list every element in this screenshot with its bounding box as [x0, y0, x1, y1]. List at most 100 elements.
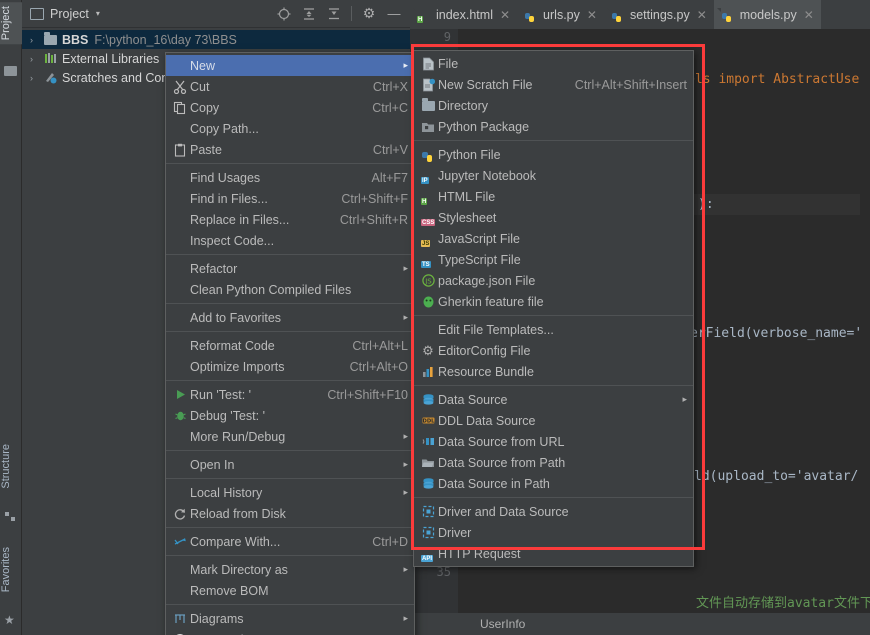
- menu-item-debug-test[interactable]: Debug 'Test: ': [166, 405, 414, 426]
- line-number: 9: [443, 30, 451, 44]
- chevron-down-icon[interactable]: ▾: [96, 9, 100, 18]
- menu-item-compare-with[interactable]: Compare With... Ctrl+D: [166, 531, 414, 552]
- submenu-item-label: Directory: [438, 98, 489, 113]
- collapse-all-icon[interactable]: [326, 6, 342, 22]
- menu-item-clean-python-compiled-files[interactable]: Clean Python Compiled Files: [166, 279, 414, 300]
- menu-item-reload-from-disk[interactable]: Reload from Disk: [166, 503, 414, 524]
- hide-panel-icon[interactable]: —: [386, 6, 402, 22]
- submenu-item-editorconfig-file[interactable]: ⚙ EditorConfig File: [414, 340, 693, 361]
- menu-item-shortcut: Ctrl+Alt+O: [349, 359, 408, 374]
- editor-tab-label: settings.py: [629, 7, 690, 22]
- menu-item-add-to-favorites[interactable]: Add to Favorites ▸: [166, 307, 414, 328]
- submenu-item-python-package[interactable]: Python Package: [414, 116, 693, 137]
- tool-tab-label: Structure: [0, 444, 12, 489]
- menu-item-more-run-debug[interactable]: More Run/Debug ▸: [166, 426, 414, 447]
- tool-tab-structure[interactable]: Structure: [0, 440, 22, 493]
- menu-item-reformat-code[interactable]: Reformat Code Ctrl+Alt+L: [166, 335, 414, 356]
- menu-item-open-in[interactable]: Open In ▸: [166, 454, 414, 475]
- menu-item-mark-directory-as[interactable]: Mark Directory as ▸: [166, 559, 414, 580]
- submenu-item-ddl-data-source[interactable]: DDL DDL Data Source: [414, 410, 693, 431]
- submenu-item-stylesheet[interactable]: CSS Stylesheet: [414, 207, 693, 228]
- locate-icon[interactable]: [276, 6, 292, 22]
- submenu-item-edit-file-templates[interactable]: Edit File Templates...: [414, 319, 693, 340]
- project-window-icon: [30, 7, 44, 20]
- menu-item-copy[interactable]: Copy Ctrl+C: [166, 97, 414, 118]
- menu-item-diagrams[interactable]: Diagrams ▸: [166, 608, 414, 629]
- context-menu[interactable]: New ▸ Cut Ctrl+X Copy Ctrl+C Copy Path..…: [165, 52, 415, 635]
- python-package-icon: [418, 121, 438, 133]
- menu-separator: [166, 254, 414, 255]
- submenu-item-label: Python Package: [438, 119, 530, 134]
- submenu-item-html-file[interactable]: H HTML File: [414, 186, 693, 207]
- menu-item-label: Add to Favorites: [190, 310, 282, 325]
- tool-tab-project[interactable]: Project: [0, 2, 22, 45]
- menu-item-shortcut: Ctrl+V: [372, 142, 408, 157]
- submenu-item-javascript-file[interactable]: JS JavaScript File: [414, 228, 693, 249]
- breadcrumb[interactable]: UserInfo: [480, 617, 525, 631]
- submenu-item-directory[interactable]: Directory: [414, 95, 693, 116]
- editor-tab-settings-py[interactable]: settings.py ✕: [604, 0, 714, 29]
- tree-item-bbs[interactable]: › BBS F:\python_16\day 73\BBS: [22, 30, 410, 49]
- submenu-item-packagejson-file[interactable]: JS package.json File: [414, 270, 693, 291]
- submenu-item-file[interactable]: File: [414, 53, 693, 74]
- submenu-item-jupyter-notebook[interactable]: IP Jupyter Notebook: [414, 165, 693, 186]
- toolbar-divider: [351, 6, 352, 21]
- submenu-item-http-request[interactable]: API HTTP Request: [414, 543, 693, 564]
- libraries-icon: [43, 51, 58, 66]
- submenu-item-label: DDL Data Source: [438, 413, 536, 428]
- http-request-icon: API: [421, 554, 434, 562]
- editor-tab-urls-py[interactable]: urls.py ✕: [517, 0, 604, 29]
- menu-item-label: Replace in Files...: [190, 212, 290, 227]
- editor-tab-label: urls.py: [543, 7, 580, 22]
- submenu-item-typescript-file[interactable]: TS TypeScript File: [414, 249, 693, 270]
- close-icon[interactable]: ✕: [804, 8, 814, 22]
- expand-all-icon[interactable]: [301, 6, 317, 22]
- editor-tab-index-html[interactable]: H index.html ✕: [410, 0, 517, 29]
- menu-item-cut[interactable]: Cut Ctrl+X: [166, 76, 414, 97]
- menu-item-inspect-code[interactable]: Inspect Code...: [166, 230, 414, 251]
- settings-gear-icon[interactable]: ⚙: [361, 5, 377, 22]
- submenu-item-data-source-from-path[interactable]: Data Source from Path: [414, 452, 693, 473]
- menu-item-refactor[interactable]: Refactor ▸: [166, 258, 414, 279]
- menu-item-replace-in-files[interactable]: Replace in Files... Ctrl+Shift+R: [166, 209, 414, 230]
- expand-arrow-icon[interactable]: ›: [30, 54, 43, 64]
- submenu-item-data-source-in-path[interactable]: Data Source in Path: [414, 473, 693, 494]
- menu-item-optimize-imports[interactable]: Optimize Imports Ctrl+Alt+O: [166, 356, 414, 377]
- menu-item-find-in-files[interactable]: Find in Files... Ctrl+Shift+F: [166, 188, 414, 209]
- tool-tab-favorites[interactable]: Favorites: [0, 543, 22, 596]
- submenu-item-python-file[interactable]: Python File: [414, 144, 693, 165]
- close-icon[interactable]: ✕: [500, 8, 510, 22]
- submenu-item-resource-bundle[interactable]: Resource Bundle: [414, 361, 693, 382]
- close-icon[interactable]: ✕: [697, 8, 707, 22]
- menu-item-remove-bom[interactable]: Remove BOM: [166, 580, 414, 601]
- expand-arrow-icon[interactable]: ›: [30, 35, 43, 45]
- editor-vertical-scrollbar[interactable]: [860, 58, 870, 591]
- editor-tab-label: index.html: [436, 7, 493, 22]
- menu-item-label: More Run/Debug: [190, 429, 286, 444]
- editor-tab-label: models.py: [739, 7, 797, 22]
- menu-item-find-usages[interactable]: Find Usages Alt+F7: [166, 167, 414, 188]
- menu-item-create-gist[interactable]: Create Gist...: [166, 629, 414, 635]
- packagejson-icon: JS: [418, 274, 438, 287]
- submenu-item-label: Driver and Data Source: [438, 504, 569, 519]
- menu-item-run-test[interactable]: Run 'Test: ' Ctrl+Shift+F10: [166, 384, 414, 405]
- menu-item-paste[interactable]: Paste Ctrl+V: [166, 139, 414, 160]
- menu-item-local-history[interactable]: Local History ▸: [166, 482, 414, 503]
- directory-icon: [418, 97, 438, 111]
- editor-tab-models-py[interactable]: models.py ✕: [713, 0, 821, 29]
- menu-item-copy-path[interactable]: Copy Path...: [166, 118, 414, 139]
- menu-separator: [166, 380, 414, 381]
- driver-icon: [418, 526, 438, 539]
- close-icon[interactable]: ✕: [587, 8, 597, 22]
- submenu-item-gherkin-feature-file[interactable]: Gherkin feature file: [414, 291, 693, 312]
- submenu-item-driver[interactable]: Driver: [414, 522, 693, 543]
- submenu-item-driver-and-data-source[interactable]: Driver and Data Source: [414, 501, 693, 522]
- menu-item-new[interactable]: New ▸: [166, 55, 414, 76]
- tree-item-name: BBS: [62, 32, 89, 47]
- submenu-item-data-source[interactable]: Data Source ▸: [414, 389, 693, 410]
- tree-item-label: Scratches and Cons: [62, 70, 175, 85]
- new-submenu[interactable]: File New Scratch File Ctrl+Alt+Shift+Ins…: [413, 50, 694, 567]
- submenu-item-new-scratch-file[interactable]: New Scratch File Ctrl+Alt+Shift+Insert: [414, 74, 693, 95]
- expand-arrow-icon[interactable]: ›: [30, 73, 43, 83]
- submenu-item-data-source-from-url[interactable]: Data Source from URL: [414, 431, 693, 452]
